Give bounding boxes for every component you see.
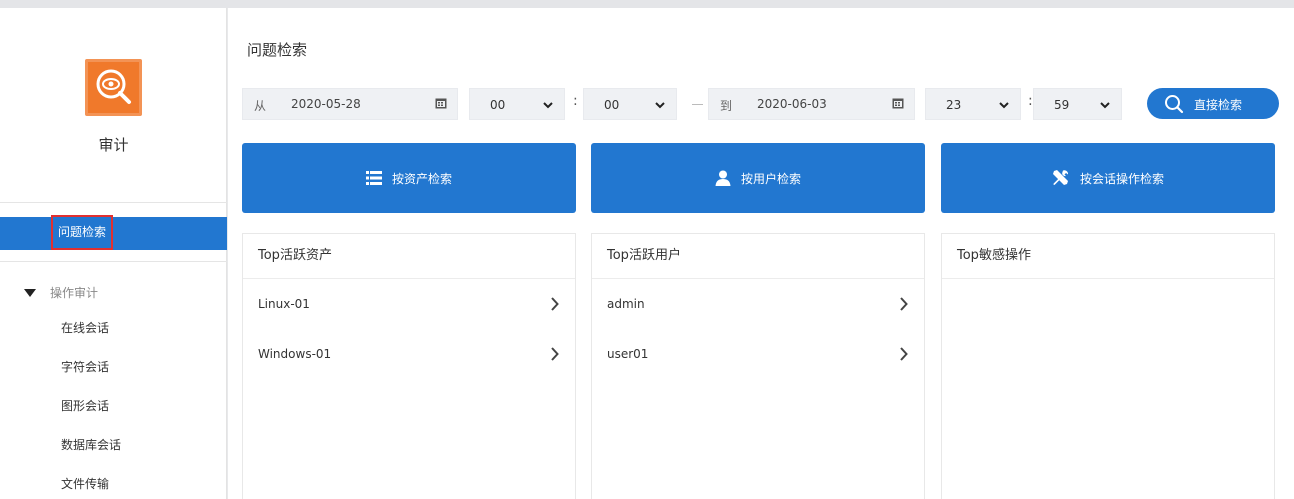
- time-colon: :: [1028, 93, 1033, 109]
- chevron-right-icon: [551, 297, 559, 311]
- top-active-assets-card: Top活跃资产 Linux-01 Windows-01: [242, 233, 576, 499]
- sidebar-item-problem-search[interactable]: [0, 217, 227, 250]
- from-label: 从: [254, 99, 267, 113]
- range-dash: [692, 104, 703, 105]
- sidebar-item-online-session[interactable]: 在线会话: [61, 319, 109, 336]
- top-sensitive-ops-card: Top敏感操作: [941, 233, 1275, 499]
- search-by-session-op-label: 按会话操作检索: [1079, 171, 1164, 186]
- from-date-value: 2020-05-28: [291, 97, 361, 111]
- calendar-icon[interactable]: [435, 97, 447, 109]
- page-title: 问题检索: [247, 41, 308, 59]
- search-by-asset-button[interactable]: 按资产检索: [242, 143, 576, 213]
- chevron-down-icon: [543, 102, 553, 109]
- sidebar-divider: [0, 202, 227, 203]
- sidebar: 审计 问题检索 操作审计 在线会话 字符会话 图形会话 数据库会话 文件传输: [0, 8, 227, 499]
- to-date-value: 2020-06-03: [757, 97, 827, 111]
- list-item-label: Windows-01: [258, 347, 332, 361]
- collapse-triangle-icon: [24, 288, 36, 297]
- chevron-right-icon: [900, 297, 908, 311]
- list-item[interactable]: Windows-01: [243, 329, 575, 379]
- list-item-label: admin: [607, 297, 645, 311]
- sidebar-group-operation-audit[interactable]: 操作审计: [24, 284, 98, 301]
- chevron-right-icon: [900, 347, 908, 361]
- from-hour-select[interactable]: 00: [469, 88, 565, 120]
- to-hour-value: 23: [946, 98, 962, 112]
- sidebar-divider: [0, 261, 227, 262]
- card-title: Top活跃资产: [243, 234, 575, 279]
- top-active-users-card: Top活跃用户 admin user01: [591, 233, 925, 499]
- direct-search-button[interactable]: 直接检索: [1147, 88, 1279, 119]
- list-item[interactable]: Linux-01: [243, 279, 575, 329]
- sidebar-group-label: 操作审计: [50, 286, 99, 300]
- audit-logo: [85, 59, 142, 116]
- search-icon: [1165, 95, 1184, 114]
- calendar-icon[interactable]: [892, 97, 904, 109]
- search-by-asset-label: 按资产检索: [391, 171, 452, 186]
- sidebar-item-char-session[interactable]: 字符会话: [61, 358, 109, 375]
- to-label: 到: [720, 99, 733, 113]
- app-title: 审计: [98, 136, 129, 154]
- server-list-icon: [365, 171, 382, 185]
- sidebar-item-graphic-session[interactable]: 图形会话: [61, 397, 109, 414]
- time-colon: :: [573, 93, 578, 109]
- chevron-right-icon: [551, 347, 559, 361]
- to-minute-value: 59: [1054, 98, 1070, 112]
- from-minute-select[interactable]: 00: [583, 88, 677, 120]
- search-by-user-button[interactable]: 按用户检索: [591, 143, 925, 213]
- list-item-label: Linux-01: [258, 297, 310, 311]
- from-hour-value: 00: [490, 98, 506, 112]
- to-minute-select[interactable]: 59: [1033, 88, 1122, 120]
- sidebar-item-file-transfer[interactable]: 文件传输: [61, 475, 109, 492]
- search-by-user-label: 按用户检索: [740, 171, 801, 186]
- card-title: Top活跃用户: [592, 234, 924, 279]
- chevron-down-icon: [1100, 102, 1110, 109]
- direct-search-label: 直接检索: [1194, 98, 1243, 112]
- from-minute-value: 00: [604, 98, 620, 112]
- main-panel: 问题检索 从 2020-05-28 00 : 00 到 2020-06-03 2…: [228, 8, 1294, 499]
- list-item[interactable]: user01: [592, 329, 924, 379]
- list-item-label: user01: [607, 347, 649, 361]
- to-date-field[interactable]: 到 2020-06-03: [708, 88, 915, 120]
- tools-icon: [1052, 170, 1069, 185]
- list-item[interactable]: admin: [592, 279, 924, 329]
- chevron-down-icon: [999, 102, 1009, 109]
- search-by-session-op-button[interactable]: 按会话操作检索: [941, 143, 1275, 213]
- from-date-field[interactable]: 从 2020-05-28: [242, 88, 458, 120]
- chevron-down-icon: [655, 102, 665, 109]
- card-title: Top敏感操作: [942, 234, 1274, 279]
- sidebar-item-database-session[interactable]: 数据库会话: [61, 436, 121, 453]
- to-hour-select[interactable]: 23: [925, 88, 1021, 120]
- audit-eye-search-icon: [96, 69, 131, 104]
- window-top-strip: [0, 0, 1294, 8]
- sidebar-item-problem-search-label[interactable]: 问题检索: [51, 215, 113, 250]
- user-icon: [715, 170, 731, 186]
